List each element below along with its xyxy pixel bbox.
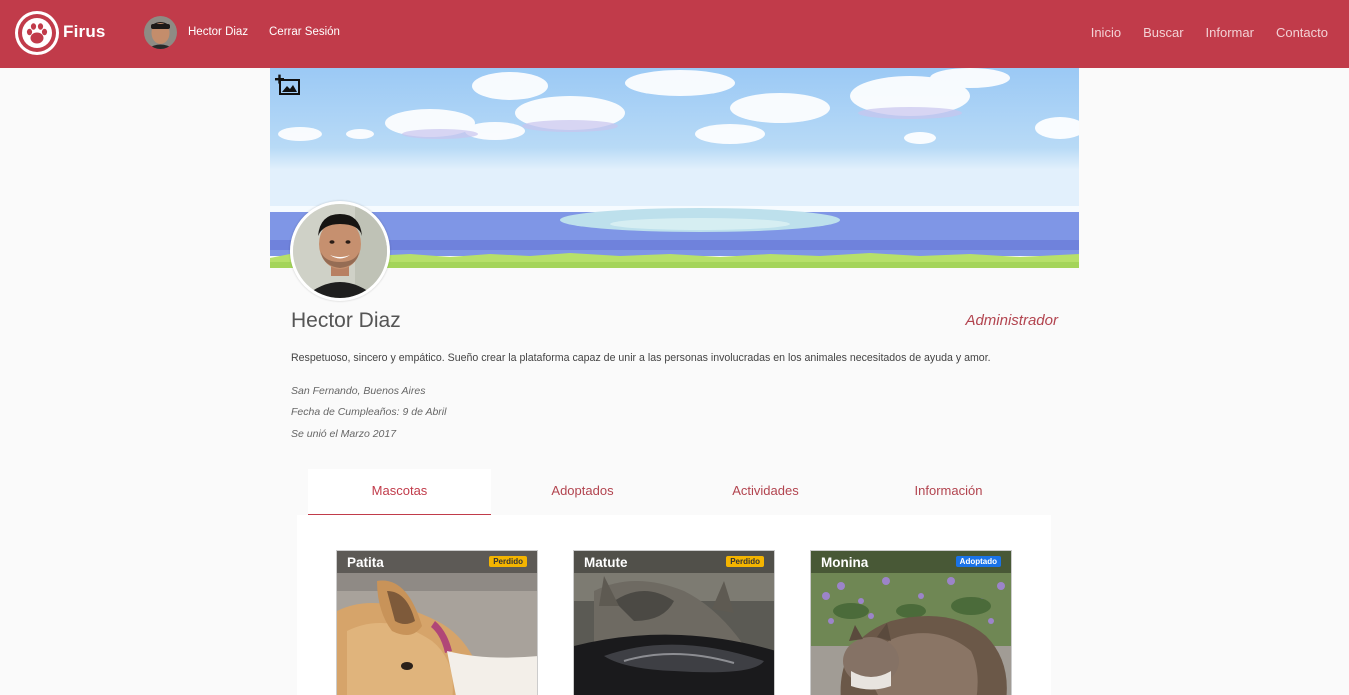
- pet-card[interactable]: Matute Perdido: [573, 550, 775, 695]
- add-photo-icon[interactable]: [275, 74, 301, 96]
- card-header: Matute Perdido: [574, 551, 774, 573]
- nav-inicio[interactable]: Inicio: [1091, 25, 1121, 40]
- nav-informar[interactable]: Informar: [1206, 25, 1254, 40]
- profile-tabs: Mascotas Adoptados Actividades Informaci…: [308, 469, 1041, 515]
- cover-image: [270, 68, 1079, 268]
- tab-mascotas[interactable]: Mascotas: [308, 469, 491, 515]
- nav-links: Inicio Buscar Informar Contacto: [1091, 25, 1328, 40]
- profile-joined: Se unió el Marzo 2017: [291, 428, 397, 440]
- nav-buscar[interactable]: Buscar: [1143, 25, 1183, 40]
- profile-bio: Respetuoso, sincero y empático. Sueño cr…: [291, 352, 991, 364]
- user-name-link[interactable]: Hector Diaz: [188, 26, 248, 38]
- pet-card[interactable]: Monina Adoptado: [810, 550, 1012, 695]
- pet-name: Patita: [347, 555, 384, 570]
- pet-name: Monina: [821, 555, 869, 570]
- tab-actividades[interactable]: Actividades: [674, 469, 857, 515]
- nav-contacto[interactable]: Contacto: [1276, 25, 1328, 40]
- brand-name[interactable]: Firus: [63, 22, 106, 42]
- profile-name: Hector Diaz: [291, 309, 401, 332]
- avatar[interactable]: [144, 16, 177, 49]
- paw-icon[interactable]: [15, 11, 59, 55]
- status-badge: Adoptado: [955, 556, 1001, 567]
- tab-informacion[interactable]: Información: [857, 469, 1040, 515]
- pet-card[interactable]: Patita Perdido: [336, 550, 538, 695]
- logout-link[interactable]: Cerrar Sesión: [269, 26, 340, 38]
- tab-adoptados[interactable]: Adoptados: [491, 469, 674, 515]
- profile-birthday: Fecha de Cumpleaños: 9 de Abril: [291, 406, 447, 418]
- status-badge: Perdido: [726, 556, 764, 567]
- pet-name: Matute: [584, 555, 628, 570]
- profile-avatar[interactable]: [290, 201, 390, 301]
- card-header: Patita Perdido: [337, 551, 537, 573]
- status-badge: Perdido: [489, 556, 527, 567]
- navbar: Firus Hector Diaz Cerrar Sesión Inicio B…: [0, 0, 1349, 68]
- profile-role: Administrador: [965, 312, 1058, 329]
- profile-location: San Fernando, Buenos Aires: [291, 385, 426, 397]
- card-header: Monina Adoptado: [811, 551, 1011, 573]
